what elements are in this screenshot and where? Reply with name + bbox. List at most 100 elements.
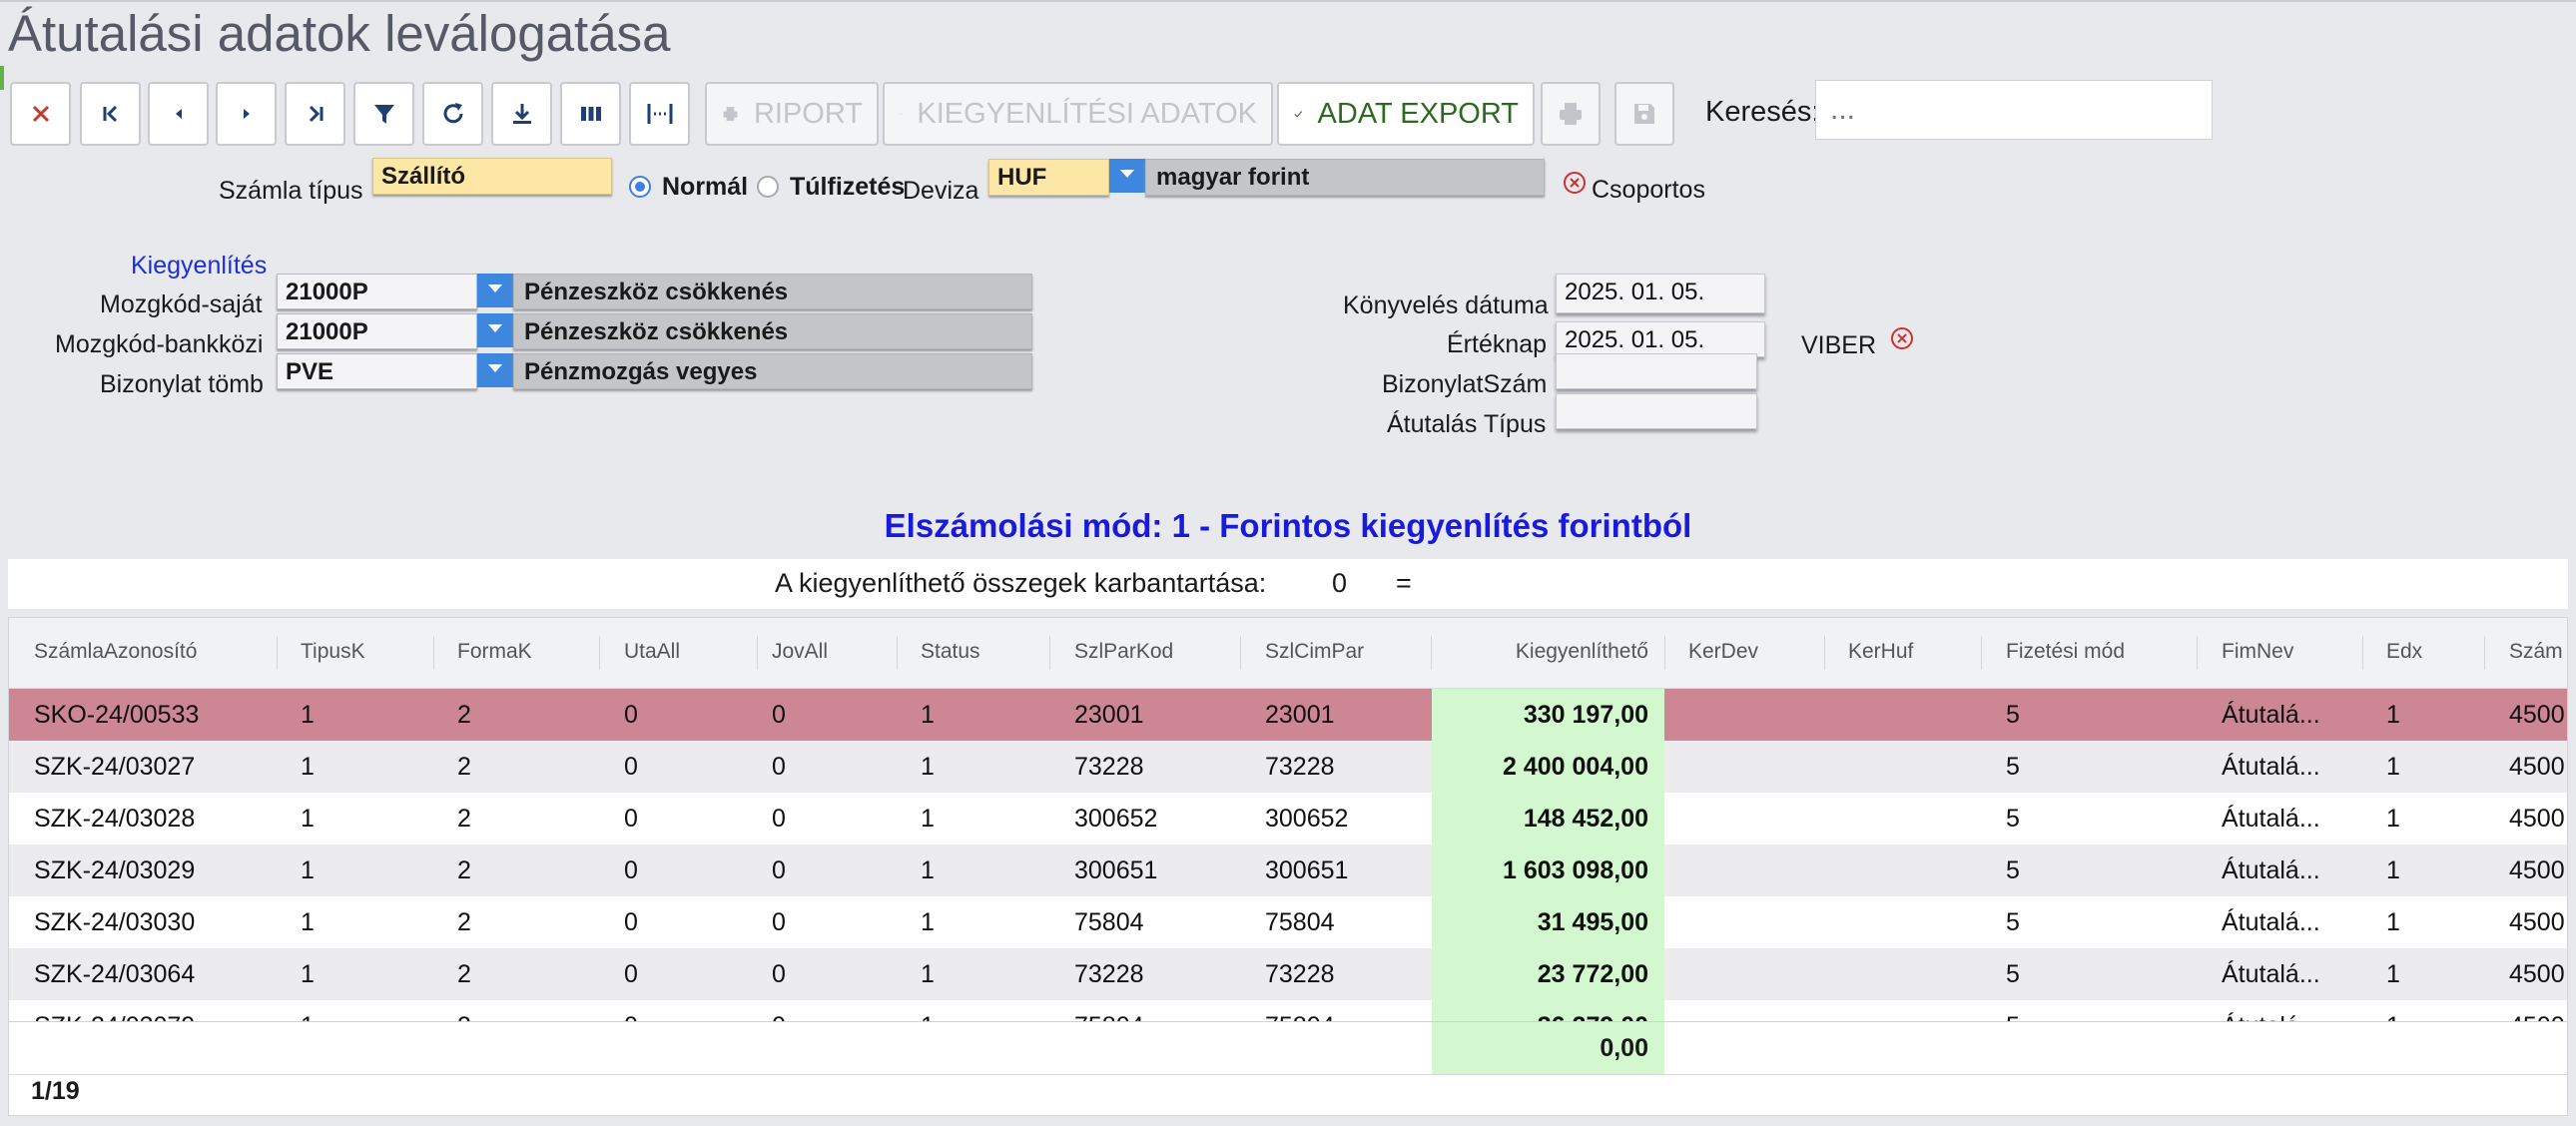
table-cell: 2 [457, 856, 471, 884]
karbantartas-bar [8, 559, 2568, 609]
column-header[interactable]: FormaK [457, 640, 532, 664]
column-header[interactable]: SzámlaAzonosító [34, 640, 197, 664]
table-cell: 1 [2386, 908, 2400, 936]
bizonylat-tomb-dropdown-icon[interactable] [477, 353, 513, 387]
print-button[interactable] [1541, 82, 1601, 146]
mozgkod-sajat-code[interactable]: 21000P [277, 274, 477, 309]
table-row[interactable]: SZK-24/03064 1 2 0 0 1 73228 73228 23 772,00 5 Átu… [9, 948, 2567, 1000]
table-cell: 31 495,00 [1537, 908, 1648, 936]
columns-button[interactable] [560, 82, 621, 146]
column-header[interactable]: SzlCimPar [1265, 640, 1364, 664]
riport-button[interactable]: RIPORT [705, 82, 879, 146]
column-header[interactable]: TipusK [301, 640, 365, 664]
table-cell: 1 [2386, 1012, 2400, 1021]
viber-label: VIBER [1801, 331, 1877, 359]
previous-record-button[interactable] [148, 82, 209, 146]
table-cell: 1 [301, 701, 315, 729]
erteknap-field[interactable]: 2025. 01. 05. [1556, 321, 1765, 357]
szamla-tipus-field[interactable]: Szállító [372, 158, 612, 195]
tulfizetes-radio[interactable] [757, 176, 779, 198]
table-cell: 2 400 004,00 [1503, 753, 1648, 781]
column-header[interactable]: UtaAll [624, 640, 680, 664]
mozgkod-sajat-desc: Pénzeszköz csökkenés [513, 274, 1032, 309]
table-row[interactable]: SZK-24/03027 1 2 0 0 1 73228 73228 2 400 004,00 5… [9, 741, 2567, 793]
table-row[interactable]: SZK-24/03030 1 2 0 0 1 75804 75804 31 495,00 5 Átu… [9, 896, 2567, 948]
table-cell: Átutalá... [2222, 856, 2320, 884]
table-cell: 1 [2386, 753, 2400, 781]
kiegyenlitesi-adatok-button[interactable]: KIEGYENLÍTÉSI ADATOK [883, 82, 1273, 146]
page-title: Átutalási adatok leválogatása [8, 5, 671, 62]
atutalas-tipus-field[interactable] [1556, 393, 1757, 429]
table-row[interactable]: SZK-24/03028 1 2 0 0 1 300652 300652 148 452,00 5… [9, 793, 2567, 844]
adat-export-label: ADAT EXPORT [1317, 97, 1519, 130]
column-header[interactable]: KerDev [1688, 640, 1758, 664]
table-cell: Átutalá... [2222, 908, 2320, 936]
column-header[interactable]: Status [921, 640, 980, 664]
column-header[interactable]: Kiegyenlíthető [1432, 640, 1648, 664]
table-cell: 148 452,00 [1523, 805, 1648, 833]
column-header[interactable]: JovAll [772, 640, 828, 664]
viber-clear-icon[interactable] [1890, 326, 1914, 350]
table-row[interactable]: SKO-24/00533 1 2 0 0 1 23001 23001 330 197,00 5 Át… [9, 689, 2567, 741]
mozgkod-sajat-dropdown-icon[interactable] [477, 274, 513, 307]
mozgkod-bankkozi-code[interactable]: 21000P [277, 313, 477, 349]
column-header[interactable]: Fizetési mód [2006, 640, 2125, 664]
atutalas-tipus-label: Átutalás Típus [1387, 410, 1547, 438]
table-cell: 1 [301, 1012, 315, 1021]
adat-export-button[interactable]: ADAT EXPORT [1277, 82, 1535, 146]
table-cell: 75804 [1265, 908, 1335, 936]
table-cell: 0 [624, 908, 638, 936]
table-cell: 0 [624, 753, 638, 781]
last-icon [309, 105, 322, 123]
previous-icon [175, 109, 182, 119]
search-input[interactable] [1815, 80, 2213, 140]
download-button[interactable] [491, 82, 552, 146]
deviza-code-field[interactable]: HUF [988, 159, 1109, 196]
column-header[interactable]: KerHuf [1848, 640, 1913, 664]
table-cell: 1 [2386, 856, 2400, 884]
table-row[interactable]: SZK-24/03079 1 2 0 0 1 75804 75804 36 279,00 5 Átu… [9, 1000, 2567, 1021]
first-record-button[interactable] [80, 82, 141, 146]
refresh-button[interactable] [422, 82, 483, 146]
table-cell: Átutalá... [2222, 753, 2320, 781]
normal-radio[interactable] [629, 176, 651, 198]
table-cell: SKO-24/00533 [34, 701, 200, 729]
table-cell: Átutalá... [2222, 960, 2320, 988]
table-cell: 75804 [1074, 1012, 1144, 1021]
table-cell: 2 [457, 701, 471, 729]
kiegyenlitheto-sum: 0,00 [1600, 1034, 1648, 1062]
column-header[interactable]: SzlParKod [1074, 640, 1173, 664]
table-cell: 4500 [2509, 908, 2565, 936]
table-cell: 4500 [2509, 753, 2565, 781]
save-icon [1634, 104, 1654, 124]
karbantartas-value: 0 [1332, 568, 1348, 598]
table-cell: 23001 [1265, 701, 1335, 729]
save-button[interactable] [1614, 82, 1674, 146]
next-record-button[interactable] [216, 82, 277, 146]
data-grid: SzámlaAzonosító TipusK FormaK UtaAll Jov… [8, 617, 2568, 1116]
refresh-icon [443, 103, 462, 124]
table-cell: 0 [772, 805, 786, 833]
column-header[interactable]: Edx [2386, 640, 2422, 664]
table-cell: 5 [2006, 701, 2020, 729]
print-icon [723, 107, 738, 121]
deviza-dropdown-icon[interactable] [1109, 159, 1145, 193]
konyveles-datuma-field[interactable]: 2025. 01. 05. [1556, 274, 1765, 313]
bizonylat-tomb-code[interactable]: PVE [277, 353, 477, 389]
table-row[interactable]: SZK-24/03029 1 2 0 0 1 300651 300651 1 603 098,0… [9, 844, 2567, 896]
column-header[interactable]: Szám [2509, 640, 2563, 664]
karbantartas-label: A kiegyenlíthető összegek karbantartása: [775, 568, 1267, 598]
close-button[interactable] [10, 82, 71, 146]
csoportos-clear-icon[interactable] [1563, 171, 1587, 195]
erteknap-label: Értéknap [1447, 330, 1548, 358]
column-width-button[interactable] [629, 82, 690, 146]
table-cell: 23001 [1074, 701, 1144, 729]
bizonylatszam-field[interactable] [1556, 353, 1757, 389]
table-cell: 0 [624, 805, 638, 833]
mozgkod-bankkozi-dropdown-icon[interactable] [477, 313, 513, 347]
last-record-button[interactable] [285, 82, 345, 146]
column-header[interactable]: FimNev [2222, 640, 2293, 664]
table-cell: 1 [301, 908, 315, 936]
kiegyenlites-section-label: Kiegyenlítés [131, 252, 268, 280]
filter-button[interactable] [353, 82, 414, 146]
